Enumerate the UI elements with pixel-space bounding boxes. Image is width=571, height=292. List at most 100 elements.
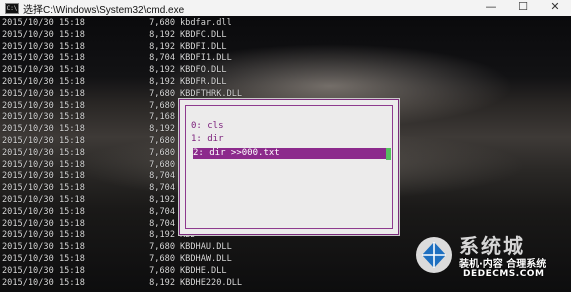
console-line: 2015/10/30 15:18 8,704 KBDFI1.DLL — [2, 53, 242, 65]
line-size: 7,680 — [149, 147, 175, 158]
line-size: 8,192 — [149, 277, 175, 288]
line-size: 7,680 — [149, 18, 175, 28]
cmd-window: C:\ 选择C:\Windows\System32\cmd.exe — ☐ ✕ … — [0, 0, 571, 292]
line-filename: KBDFO.DLL — [180, 65, 227, 76]
line-time: 15:18 — [59, 277, 85, 288]
line-size: 7,168 — [149, 112, 175, 123]
line-size: 8,192 — [149, 230, 175, 241]
line-time: 15:18 — [59, 242, 85, 253]
line-time: 15:18 — [59, 41, 85, 52]
console-line: 2015/10/30 15:18 7,680 KBDHAW.DLL — [2, 254, 242, 266]
line-size: 8,192 — [149, 29, 175, 40]
line-size: 8,704 — [149, 218, 175, 229]
line-time: 15:18 — [59, 194, 85, 205]
console-line: 2015/10/30 15:18 8,192 KBDFI.DLL — [2, 42, 242, 54]
watermark: 系统城 装机·内容 合理系统 DEDECMS.COM — [415, 230, 565, 288]
line-date: 2015/10/30 — [2, 135, 54, 146]
line-date: 2015/10/30 — [2, 112, 54, 123]
console-area[interactable]: 2015/10/30 15:18 7,680 kbdfar.dll 2015/10/30… — [0, 16, 571, 292]
console-line: 2015/10/30 15:18 8,192 KBDFC.DLL — [2, 30, 242, 42]
line-date: 2015/10/30 — [2, 124, 54, 135]
line-filename: KBDFC.DLL — [180, 29, 227, 40]
line-filename: KBDHE220.DLL — [180, 277, 243, 288]
line-date: 2015/10/30 — [2, 41, 54, 52]
history-item[interactable]: 1: dir — [191, 134, 224, 145]
line-date: 2015/10/30 — [2, 242, 54, 253]
line-date: 2015/10/30 — [2, 194, 54, 205]
history-item-selected[interactable]: 2: dir >>000.txt — [193, 148, 387, 159]
cmd-app-icon: C:\ — [5, 2, 19, 14]
line-time: 15:18 — [59, 100, 85, 111]
line-size: 8,192 — [149, 41, 175, 52]
line-time: 15:18 — [59, 88, 85, 99]
line-date: 2015/10/30 — [2, 171, 54, 182]
line-time: 15:18 — [59, 218, 85, 229]
console-line: 2015/10/30 15:18 7,680 KBDHE.DLL — [2, 266, 242, 278]
line-date: 2015/10/30 — [2, 88, 54, 99]
line-date: 2015/10/30 — [2, 53, 54, 64]
close-button[interactable]: ✕ — [539, 0, 571, 16]
line-size: 7,680 — [149, 135, 175, 146]
line-time: 15:18 — [59, 171, 85, 182]
line-size: 8,192 — [149, 76, 175, 87]
line-date: 2015/10/30 — [2, 183, 54, 194]
line-date: 2015/10/30 — [2, 206, 54, 217]
windows-logo-icon — [416, 237, 452, 273]
line-size: 8,704 — [149, 206, 175, 217]
line-date: 2015/10/30 — [2, 277, 54, 288]
line-size: 8,704 — [149, 171, 175, 182]
line-size: 8,704 — [149, 183, 175, 194]
console-line: 2015/10/30 15:18 8,192 KBDFO.DLL — [2, 65, 242, 77]
line-time: 15:18 — [59, 53, 85, 64]
line-time: 15:18 — [59, 159, 85, 170]
line-date: 2015/10/30 — [2, 230, 54, 241]
line-filename: kbdfar.dll — [180, 18, 232, 28]
console-line: 2015/10/30 15:18 8,192 KBDHE220.DLL — [2, 278, 242, 290]
line-time: 15:18 — [59, 253, 85, 264]
line-date: 2015/10/30 — [2, 29, 54, 40]
line-size: 7,680 — [149, 242, 175, 253]
line-time: 15:18 — [59, 135, 85, 146]
line-time: 15:18 — [59, 230, 85, 241]
watermark-url: DEDECMS.COM — [463, 269, 545, 279]
maximize-button[interactable]: ☐ — [507, 0, 539, 16]
line-size: 7,680 — [149, 253, 175, 264]
console-line: 2015/10/30 15:18 7,680 kbdfar.dll — [2, 18, 242, 30]
line-date: 2015/10/30 — [2, 253, 54, 264]
console-line: 2015/10/30 15:18 7,680 KBDHAU.DLL — [2, 242, 242, 254]
line-filename: KBDHAU.DLL — [180, 242, 232, 253]
line-size: 7,680 — [149, 265, 175, 276]
line-filename: KBDHAW.DLL — [180, 253, 232, 264]
line-time: 15:18 — [59, 206, 85, 217]
command-history-popup[interactable]: 0: cls 1: dir 2: dir >>000.txt — [178, 98, 400, 236]
line-size: 8,192 — [149, 194, 175, 205]
line-filename: KBDFI1.DLL — [180, 53, 232, 64]
line-time: 15:18 — [59, 265, 85, 276]
line-date: 2015/10/30 — [2, 159, 54, 170]
line-time: 15:18 — [59, 183, 85, 194]
line-date: 2015/10/30 — [2, 18, 54, 28]
line-filename: KBDFR.DLL — [180, 76, 227, 87]
line-time: 15:18 — [59, 29, 85, 40]
line-size: 7,680 — [149, 159, 175, 170]
console-line: 2015/10/30 15:18 8,192 KBDFR.DLL — [2, 77, 242, 89]
line-time: 15:18 — [59, 65, 85, 76]
line-date: 2015/10/30 — [2, 265, 54, 276]
watermark-subtitle: 装机·内容 合理系统 — [459, 259, 547, 270]
line-size: 7,680 — [149, 100, 175, 111]
line-date: 2015/10/30 — [2, 147, 54, 158]
minimize-button[interactable]: — — [475, 0, 507, 16]
line-size: 7,680 — [149, 88, 175, 99]
line-time: 15:18 — [59, 76, 85, 87]
title-bar[interactable]: C:\ 选择C:\Windows\System32\cmd.exe — ☐ ✕ — [0, 0, 571, 17]
line-time: 15:18 — [59, 112, 85, 123]
line-date: 2015/10/30 — [2, 65, 54, 76]
history-scrollbar-thumb[interactable] — [386, 148, 391, 160]
history-item[interactable]: 0: cls — [191, 121, 224, 132]
line-time: 15:18 — [59, 18, 85, 28]
line-time: 15:18 — [59, 147, 85, 158]
line-time: 15:18 — [59, 124, 85, 135]
line-date: 2015/10/30 — [2, 218, 54, 229]
line-size: 8,192 — [149, 124, 175, 135]
line-size: 8,704 — [149, 53, 175, 64]
